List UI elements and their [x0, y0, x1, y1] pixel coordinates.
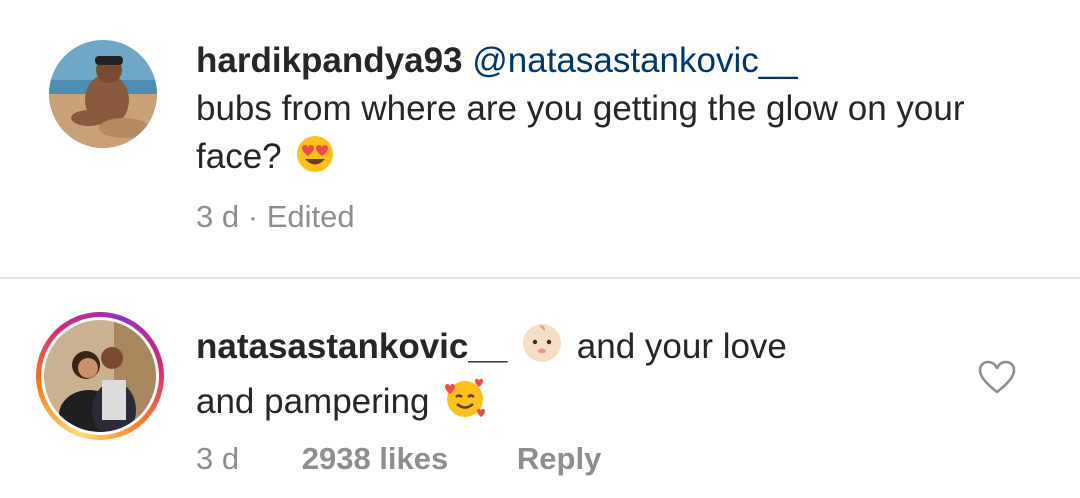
comment-time: 3 d — [196, 441, 240, 476]
smiling-face-with-hearts-emoji-icon — [443, 377, 487, 432]
comment-username[interactable]: hardikpandya93 — [196, 41, 463, 80]
comment-item: hardikpandya93 @natasastankovic__ bubs f… — [0, 0, 1080, 278]
reply-button[interactable]: Reply — [517, 441, 601, 477]
comment-body: hardikpandya93 @natasastankovic__ bubs f… — [196, 37, 996, 187]
comment-username[interactable]: natasastankovic__ — [196, 327, 507, 366]
avatar[interactable] — [49, 40, 157, 148]
comment-meta: 3 d · Edited — [196, 199, 355, 235]
comment-text-line1: and your love — [576, 327, 787, 366]
edited-label: Edited — [266, 199, 355, 234]
heart-eyes-emoji-icon — [295, 134, 335, 187]
baby-emoji-icon — [521, 322, 563, 377]
story-ring[interactable] — [36, 312, 164, 440]
meta-separator: · — [247, 199, 259, 234]
comment-time: 3 d — [196, 199, 240, 234]
avatar — [44, 320, 156, 432]
comment-item: natasastankovic__ and your love and pamp… — [0, 279, 1080, 498]
likes-count[interactable]: 2938 likes — [302, 441, 449, 477]
avatar-image — [44, 320, 156, 432]
comment-mention[interactable]: @natasastankovic__ — [472, 41, 797, 80]
comment-meta: 3 d 2938 likes Reply — [196, 441, 601, 477]
comment-text-line2: and pampering — [196, 382, 430, 421]
comment-body: natasastankovic__ and your love and pamp… — [196, 322, 996, 432]
heart-outline-icon[interactable] — [977, 359, 1017, 395]
avatar-image — [49, 40, 157, 148]
